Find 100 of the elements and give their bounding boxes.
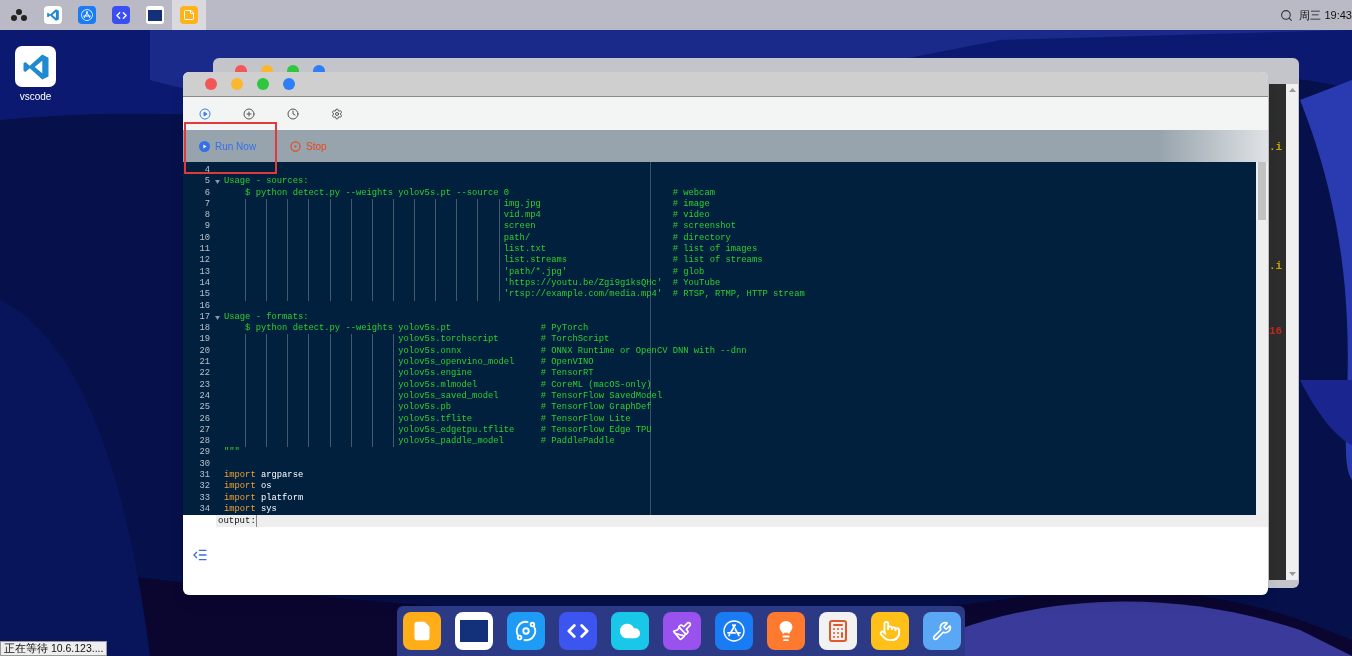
terminal-dock-icon[interactable] [455, 612, 493, 650]
line-number: 9 [203, 221, 210, 233]
line-number: 14 [198, 277, 210, 290]
docstring-text: vid.mp4 # video [502, 210, 710, 221]
docstring-text: yolov5s_openvino_model # OpenVINO [397, 357, 594, 368]
line-number: 4 [203, 165, 210, 177]
note-icon [180, 6, 198, 24]
module-name: sys [260, 503, 277, 514]
line-number: 13 [198, 266, 210, 278]
line-number: 26 [198, 413, 210, 425]
stop-button[interactable]: Stop [290, 138, 327, 154]
code-dock-icon[interactable] [559, 612, 597, 650]
keyword-text: import [224, 492, 256, 503]
docstring-text: yolov5s.tflite # TensorFlow Lite [397, 413, 631, 424]
scrollbar[interactable] [1286, 84, 1298, 580]
status-text: 正在等待 10.6.123.... [0, 641, 108, 656]
docstring-text: screen # screenshot [502, 221, 737, 232]
app-store-icon [78, 6, 96, 24]
line-number: 10 [198, 232, 210, 245]
terminal-icon [146, 6, 164, 24]
line-number: 11 [198, 244, 210, 256]
docstring-text: yolov5s_paddle_model # PaddlePaddle [397, 436, 615, 447]
docstring-text: Usage - sources: [224, 176, 309, 187]
line-number: 21 [198, 357, 210, 369]
search-icon[interactable] [1280, 8, 1294, 22]
docstring-text: yolov5s.onnx # ONNX Runtime or OpenCV DNN with --dnn [397, 345, 747, 356]
docstring-text: yolov5s.engine # TensorRT [397, 368, 594, 379]
line-number: 30 [198, 458, 210, 470]
output-label: output: [216, 515, 256, 527]
play-icon [199, 140, 210, 152]
line-number: 16 [198, 300, 210, 312]
line-number: 12 [198, 255, 210, 267]
docstring-text: """ [224, 447, 240, 458]
line-number: 20 [198, 345, 210, 358]
brush-dock-icon[interactable] [663, 612, 701, 650]
plus-circle-icon[interactable] [243, 107, 255, 120]
module-name: os [260, 481, 272, 492]
keyword-text: import [224, 470, 256, 480]
fold-arrow-icon[interactable] [214, 315, 220, 320]
output-field[interactable] [255, 515, 1268, 527]
module-name: argparse [260, 470, 304, 480]
scroll-up-icon[interactable] [1288, 88, 1296, 92]
clock-icon[interactable] [287, 107, 299, 120]
docstring-text: yolov5s_edgetpu.tflite # TensorFlow Edge TPU [397, 424, 652, 435]
line-number: 32 [198, 481, 210, 493]
desktop-icon-label: vscode [19, 90, 52, 104]
scroll-down-icon[interactable] [1288, 572, 1296, 576]
line-number: 22 [198, 368, 210, 380]
line-number: 33 [198, 492, 210, 504]
code-fragment: .i [1269, 261, 1284, 272]
app-store-dock-icon[interactable] [715, 612, 753, 650]
line-number: 6 [203, 187, 210, 199]
docstring-text: path/ # directory [502, 232, 731, 243]
line-number: 25 [198, 402, 210, 414]
docstring-text: 'https://youtu.be/Zgi9g1ksQHc' # YouTube [502, 277, 721, 288]
clock-text: 周三 19:43 [1299, 7, 1352, 23]
docstring-text: 'rtsp://example.com/media.mp4' # RTSP, RTMP, HTTP stream [502, 289, 805, 300]
line-number: 31 [198, 470, 210, 482]
line-number: 17 [198, 311, 210, 324]
vscode-logo-icon [46, 8, 60, 22]
keyword-text: import [224, 503, 256, 514]
line-number: 18 [198, 323, 210, 335]
fold-arrow-icon[interactable] [214, 179, 220, 184]
line-number: 5 [203, 176, 210, 188]
code-fragment: 16 [1269, 326, 1284, 337]
planet-dock-icon[interactable] [507, 612, 545, 650]
settings-icon[interactable] [331, 107, 343, 120]
docstring-text: yolov5s.pb # TensorFlow GraphDef [397, 402, 652, 413]
hand-pointer-dock-icon[interactable] [871, 612, 909, 650]
files-dock-icon[interactable] [403, 612, 441, 650]
docstring-text: $ python detect.py --weights yolov5s.pt # PyTorch [244, 323, 589, 334]
line-number: 15 [198, 289, 210, 301]
cloud-dock-icon[interactable] [611, 612, 649, 650]
bulb-dock-icon[interactable] [767, 612, 805, 650]
docstring-text: yolov5s_saved_model # TensorFlow SavedModel [397, 390, 663, 401]
module-name: platform [260, 492, 304, 503]
calculator-dock-icon[interactable] [819, 612, 857, 650]
docstring-text: list.txt # list of images [502, 244, 758, 255]
docstring-text: img.jpg # image [502, 198, 710, 209]
keyword-text: import [224, 481, 256, 492]
tools-dock-icon[interactable] [923, 612, 961, 650]
line-number: 29 [198, 447, 210, 459]
editor-scrollbar[interactable] [1256, 162, 1268, 515]
docstring-text: list.streams # list of streams [502, 255, 763, 266]
line-number: 19 [198, 334, 210, 346]
play-circle-icon[interactable] [199, 107, 211, 120]
stop-icon [290, 140, 301, 152]
vscode-desktop-icon[interactable] [15, 46, 56, 87]
line-number: 34 [198, 503, 210, 515]
run-now-button[interactable]: Run Now [199, 138, 290, 154]
docstring-text: Usage - formats: [224, 311, 309, 322]
collapse-list-icon[interactable] [191, 547, 208, 563]
docstring-text: $ python detect.py --weights yolov5s.pt --source 0 # webcam [244, 187, 715, 198]
line-number: 8 [203, 210, 210, 222]
line-number: 23 [198, 379, 210, 391]
three-dots-icon [11, 9, 27, 21]
line-number: 27 [198, 424, 210, 437]
line-number: 7 [203, 198, 210, 211]
code-icon [112, 6, 130, 24]
line-number: 24 [198, 390, 210, 403]
